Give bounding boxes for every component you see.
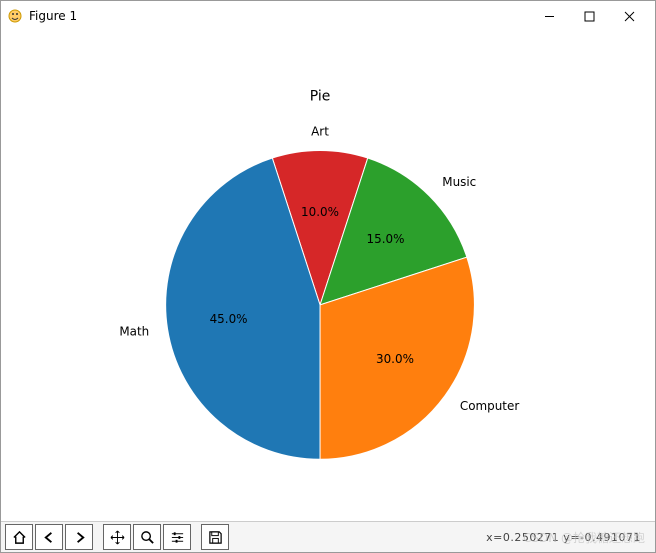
slice-label: Computer [460, 399, 519, 413]
pct-label: 15.0% [367, 232, 405, 246]
pct-label: 10.0% [301, 205, 339, 219]
back-button[interactable] [35, 524, 63, 550]
close-button[interactable] [609, 2, 649, 30]
app-icon [7, 8, 23, 24]
figure-window: Figure 1 Pie 10.0% Art 15.0% Music 30.0% Compu… [0, 0, 656, 553]
maximize-button[interactable] [569, 2, 609, 30]
slice-label: Music [442, 175, 476, 189]
pct-label: 45.0% [210, 312, 248, 326]
slice-label: Math [119, 324, 149, 338]
window-title: Figure 1 [29, 9, 529, 23]
chart-title: Pie [310, 89, 331, 105]
pan-button[interactable] [103, 524, 131, 550]
slice-label: Art [311, 124, 329, 138]
zoom-button[interactable] [133, 524, 161, 550]
home-button[interactable] [5, 524, 33, 550]
configure-button[interactable] [163, 524, 191, 550]
titlebar: Figure 1 [1, 1, 655, 32]
chart-canvas[interactable]: Pie 10.0% Art 15.0% Music 30.0% Computer 45.0% M… [1, 31, 655, 522]
pct-label: 30.0% [376, 352, 414, 366]
save-button[interactable] [201, 524, 229, 550]
minimize-button[interactable] [529, 2, 569, 30]
watermark: CSDN @抢我糖还想跑 [523, 529, 645, 546]
forward-button[interactable] [65, 524, 93, 550]
